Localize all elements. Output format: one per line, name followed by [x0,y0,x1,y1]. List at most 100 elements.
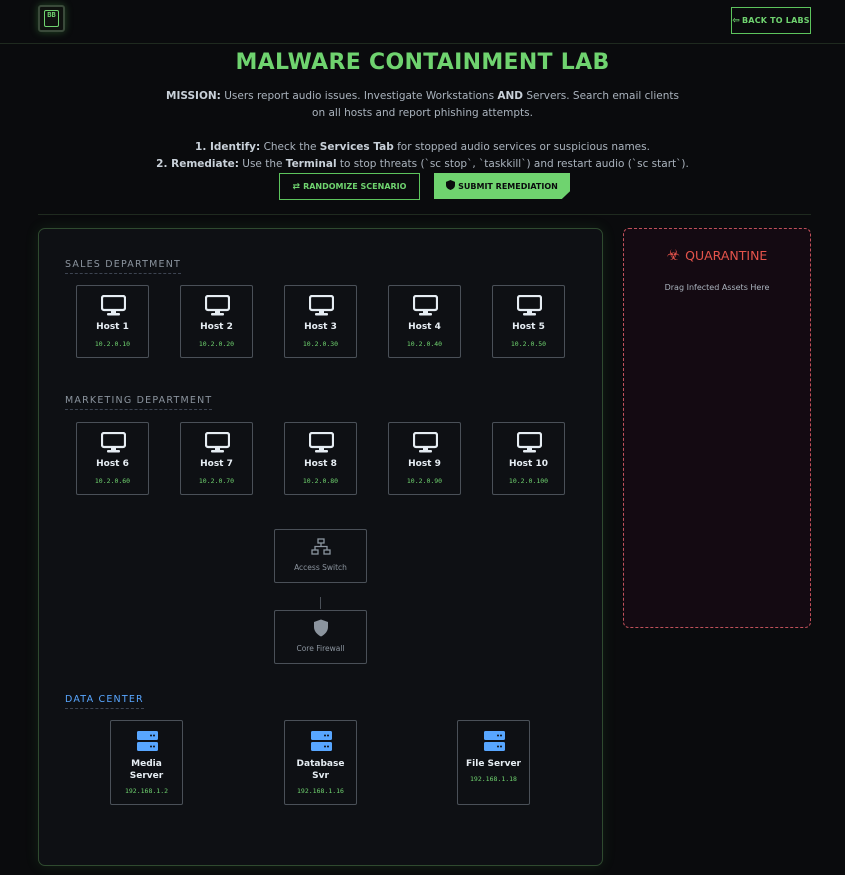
monitor-icon [517,295,542,316]
mission-label: MISSION: [166,90,221,102]
access-switch[interactable]: Access Switch [274,529,367,583]
monitor-icon [205,432,230,453]
monitor-icon [309,295,334,316]
shuffle-icon: ⇄ [292,181,301,192]
divider [38,214,811,215]
logo[interactable]: BB [38,5,65,32]
host-name: Host 5 [512,322,545,332]
host-name: Host 7 [200,459,233,469]
biohazard-icon: ☣ [666,246,681,264]
server-card[interactable]: Database Svr 192.168.1.16 [284,720,357,805]
server-card[interactable]: Media Server 192.168.1.2 [110,720,183,805]
host-name: Host 8 [304,459,337,469]
monitor-icon [309,432,334,453]
host-name: Host 4 [408,322,441,332]
randomize-label: RANDOMIZE SCENARIO [303,182,407,191]
server-name-line: Svr [312,771,329,781]
page-title: MALWARE CONTAINMENT LAB [235,50,610,75]
host-card[interactable]: Host 10 10.2.0.100 [492,422,565,495]
quarantine-dropzone[interactable]: ☣ QUARANTINE Drag Infected Assets Here [623,228,811,628]
monitor-icon [413,295,438,316]
quarantine-title: ☣ QUARANTINE [624,246,810,264]
host-name: Host 2 [200,322,233,332]
data-center-label: DATA CENTER [65,694,144,709]
server-name: File Server [458,758,529,770]
host-name: Host 1 [96,322,129,332]
host-card[interactable]: Host 7 10.2.0.70 [180,422,253,495]
back-to-labs-button[interactable]: ⇦ BACK TO LABS [731,7,811,34]
server-ip: 192.168.1.2 [124,787,169,795]
monitor-icon [101,432,126,453]
host-card[interactable]: Host 4 10.2.0.40 [388,285,461,358]
monitor-icon [101,295,126,316]
shield-icon [446,179,456,193]
access-switch-label: Access Switch [294,563,347,572]
core-firewall-label: Core Firewall [296,644,345,653]
host-card[interactable]: Host 3 10.2.0.30 [284,285,357,358]
back-to-labs-label: BACK TO LABS [742,16,810,25]
server-name: Media Server [111,758,182,782]
step-text: for stopped audio services or suspicious… [393,141,650,153]
submit-label: SUBMIT REMEDIATION [458,181,558,191]
monitor-icon [205,295,230,316]
server-ip: 192.168.1.18 [470,775,517,783]
server-icon [137,731,158,751]
server-name-line: Database [296,759,345,769]
server-name: Database Svr [285,758,356,782]
network-switch-icon [311,538,331,555]
instruction-steps: 1. Identify: Check the Services Tab for … [120,139,725,173]
arrow-left-icon: ⇦ [732,15,740,26]
step-identify: 1. Identify: Check the Services Tab for … [120,139,725,156]
server-name-line: Media [131,759,162,769]
quarantine-title-text: QUARANTINE [685,247,768,263]
step-text: Use the [238,158,286,170]
sales-department-label: SALES DEPARTMENT [65,259,182,274]
core-firewall[interactable]: Core Firewall [274,610,367,664]
host-name: Host 3 [304,322,337,332]
quarantine-subtitle: Drag Infected Assets Here [664,283,770,292]
host-name: Host 9 [408,459,441,469]
mission-text-part: Users report audio issues. Investigate W… [220,90,498,102]
top-bar: BB ⇦ BACK TO LABS [0,0,845,44]
host-ip: 10.2.0.80 [302,477,339,485]
step-remediate: 2. Remediate: Use the Terminal to stop t… [120,156,725,173]
monitor-icon [413,432,438,453]
host-ip: 10.2.0.30 [302,340,339,348]
logo-mark: BB [44,10,59,27]
host-card[interactable]: Host 5 10.2.0.50 [492,285,565,358]
server-icon [484,731,505,751]
monitor-icon [517,432,542,453]
step-label: 1. Identify: [195,141,261,153]
host-card[interactable]: Host 1 10.2.0.10 [76,285,149,358]
marketing-department-label: MARKETING DEPARTMENT [65,395,213,410]
server-card[interactable]: File Server 192.168.1.18 [457,720,530,805]
step-label: 2. Remediate: [156,158,239,170]
host-card[interactable]: Host 6 10.2.0.60 [76,422,149,495]
host-card[interactable]: Host 2 10.2.0.20 [180,285,253,358]
server-icon [311,731,332,751]
server-ip: 192.168.1.16 [297,787,344,795]
step-emph: Terminal [285,158,337,170]
server-name-line: File Server [466,759,521,769]
host-name: Host 10 [508,459,549,469]
step-text: Check the [260,141,320,153]
randomize-scenario-button[interactable]: ⇄ RANDOMIZE SCENARIO [279,173,420,200]
host-ip: 10.2.0.70 [198,477,235,485]
step-emph: Services Tab [319,141,394,153]
host-card[interactable]: Host 9 10.2.0.90 [388,422,461,495]
host-ip: 10.2.0.100 [508,477,549,485]
host-ip: 10.2.0.20 [198,340,235,348]
mission-text: MISSION: Users report audio issues. Inve… [160,88,685,122]
host-ip: 10.2.0.10 [94,340,131,348]
host-ip: 10.2.0.50 [510,340,547,348]
connection-line [320,597,321,609]
host-card[interactable]: Host 8 10.2.0.80 [284,422,357,495]
shield-icon [314,619,328,637]
step-text: to stop threats (`sc stop`, `taskkill`) … [336,158,689,170]
host-ip: 10.2.0.60 [94,477,131,485]
host-ip: 10.2.0.40 [406,340,443,348]
submit-remediation-button[interactable]: SUBMIT REMEDIATION [434,173,570,199]
server-name-line: Server [129,771,164,781]
host-name: Host 6 [96,459,129,469]
mission-and: AND [497,90,524,102]
